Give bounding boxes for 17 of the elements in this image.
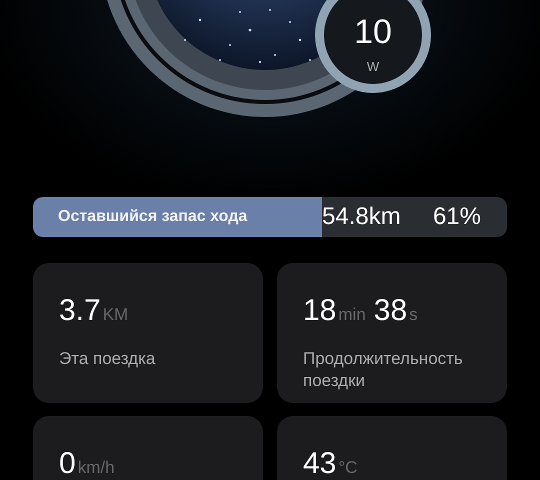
stat-unit: min	[338, 304, 366, 326]
stat-unit: s	[409, 304, 418, 326]
stat-label: Продолжительность поездки	[303, 348, 464, 392]
stat-unit: KM	[102, 304, 128, 326]
power-value: 10	[354, 15, 392, 50]
stat-unit: °C	[338, 457, 358, 479]
stat-label: Эта поездка	[59, 348, 156, 370]
range-distance: 54.8km	[322, 202, 401, 232]
stat-value: 0	[59, 449, 76, 479]
range-percent: 61%	[432, 202, 481, 232]
stat-value: 18	[303, 296, 336, 326]
stat-value: 43	[303, 449, 336, 479]
stat-value: 38	[374, 296, 408, 326]
stat-value: 3.7	[59, 296, 101, 326]
range-label: Оставшийся запас хода	[58, 207, 248, 227]
stat-unit: km/h	[78, 457, 115, 479]
power-unit: W	[366, 58, 380, 76]
